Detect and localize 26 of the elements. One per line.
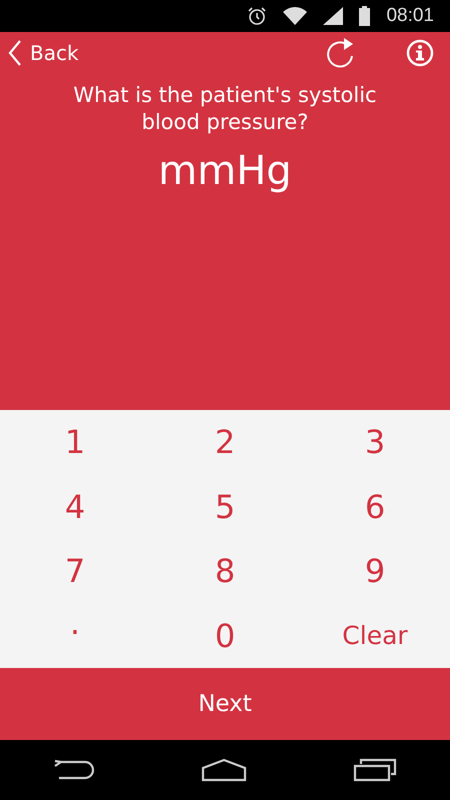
keypad-key[interactable]: 3 xyxy=(300,410,450,474)
keypad-key[interactable]: . xyxy=(0,604,150,668)
unit-label: mmHg xyxy=(158,146,292,196)
home-icon[interactable] xyxy=(201,758,247,782)
status-time: 08:01 xyxy=(386,4,434,28)
question-text: What is the patient's systolic blood pressure? xyxy=(72,82,378,136)
alarm-icon xyxy=(247,6,268,26)
battery-icon xyxy=(359,6,370,26)
keypad-key[interactable]: 0 xyxy=(150,604,300,668)
keypad-key[interactable]: 6 xyxy=(300,474,450,539)
keypad-key[interactable]: 5 xyxy=(150,474,300,539)
back-button[interactable]: Back xyxy=(0,32,87,74)
keypad-key[interactable]: 9 xyxy=(300,539,450,604)
next-button[interactable]: Next xyxy=(0,668,450,740)
wifi-icon xyxy=(283,7,308,25)
signal-icon xyxy=(323,7,344,25)
keypad-key[interactable]: 1 xyxy=(0,410,150,474)
keypad-key[interactable]: Clear xyxy=(300,604,450,668)
keypad-key[interactable]: 4 xyxy=(0,474,150,539)
recent-apps-icon[interactable] xyxy=(353,758,397,782)
keypad-key[interactable]: 7 xyxy=(0,539,150,604)
keypad-key[interactable]: 8 xyxy=(150,539,300,604)
info-button[interactable] xyxy=(406,39,434,67)
chevron-left-icon xyxy=(8,40,22,66)
keypad-key[interactable]: 2 xyxy=(150,410,300,474)
back-icon[interactable] xyxy=(53,758,95,782)
